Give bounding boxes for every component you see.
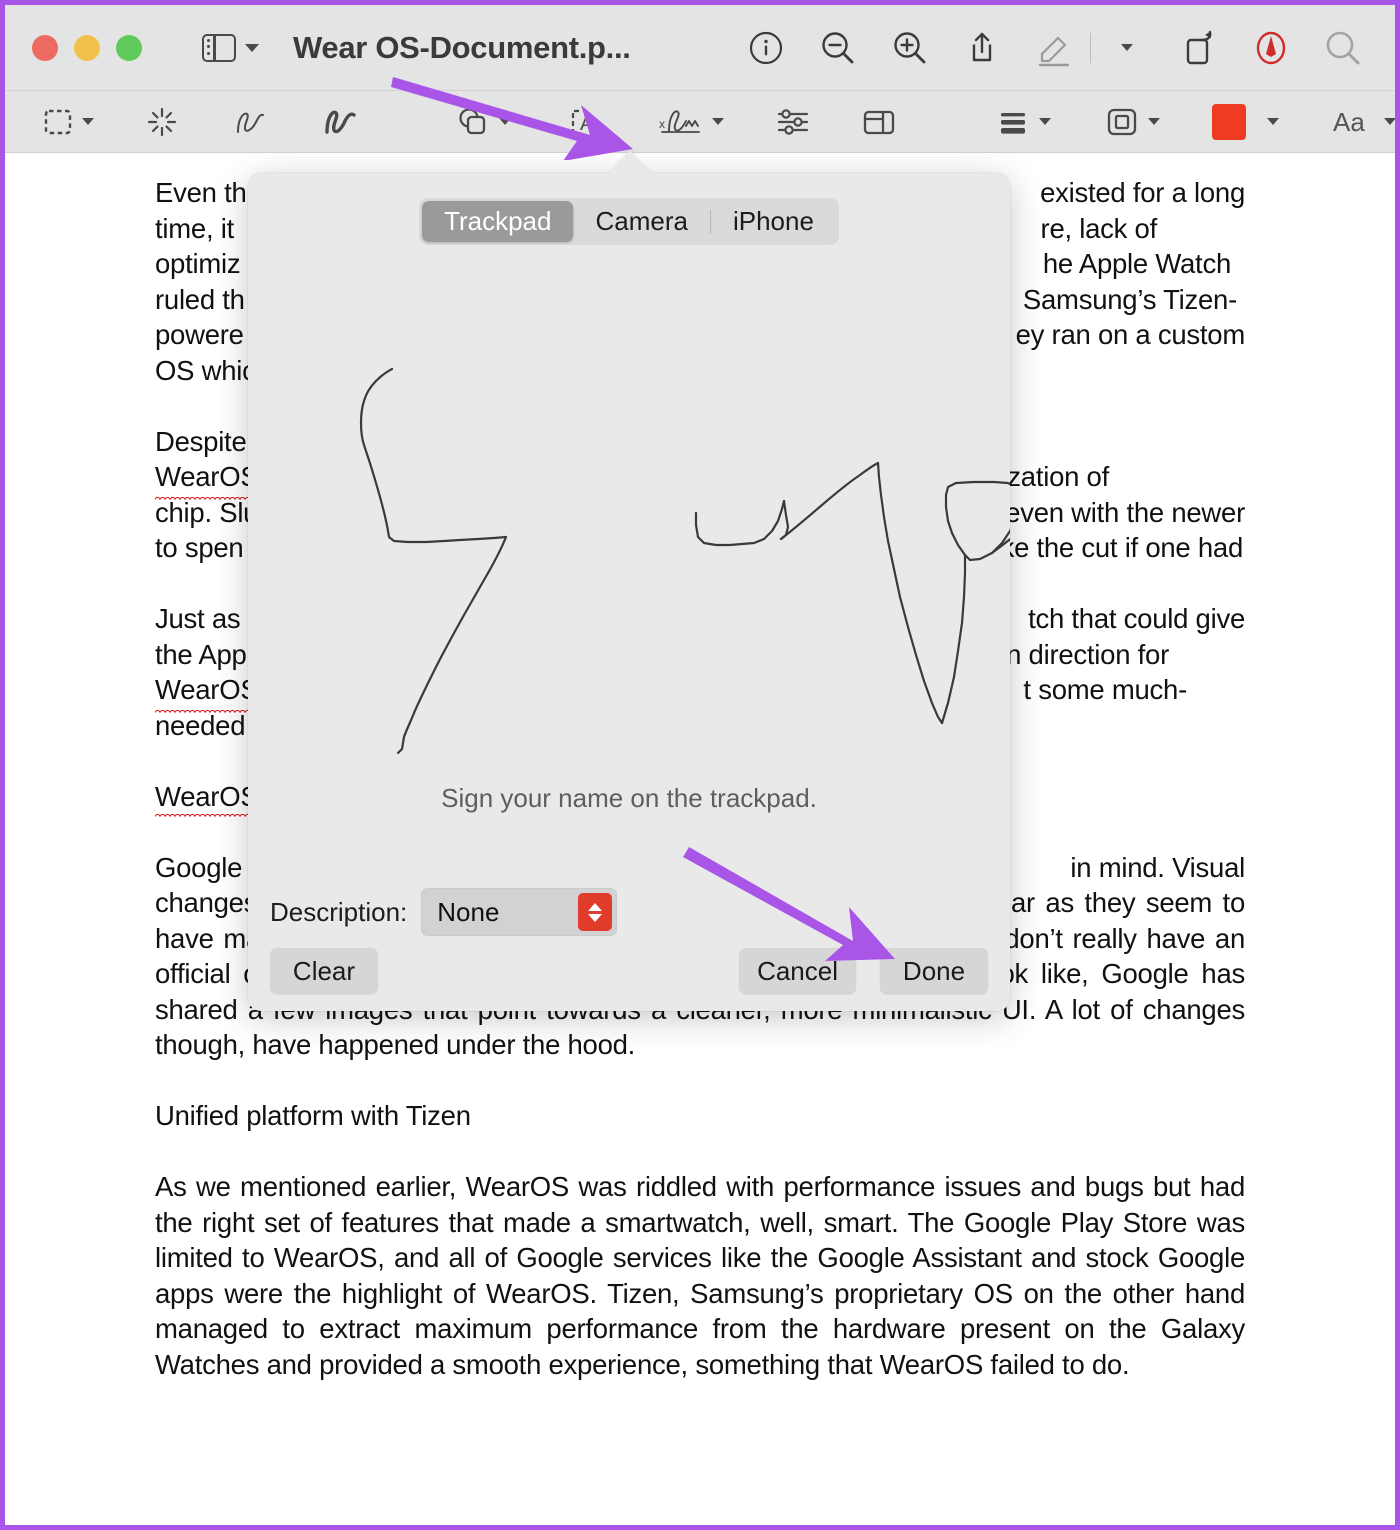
adjust-size-tool[interactable] <box>856 101 902 143</box>
svg-text:x: x <box>659 117 665 131</box>
doc-line: powere <box>155 319 244 350</box>
signature-canvas[interactable] <box>248 263 1010 803</box>
traffic-light-group <box>32 34 142 61</box>
toolbar-divider <box>1090 32 1091 63</box>
chevron-down-icon <box>1148 118 1160 125</box>
border-style-tool[interactable] <box>1099 101 1164 143</box>
chevron-down-icon <box>82 118 94 125</box>
chevron-down-icon <box>499 118 511 125</box>
text-tool[interactable]: A <box>561 101 607 143</box>
chevron-down-icon <box>1039 118 1051 125</box>
draw-tool[interactable] <box>316 101 364 143</box>
sidebar-icon <box>202 33 236 62</box>
tab-iphone[interactable]: iPhone <box>711 201 836 242</box>
doc-line: Even th <box>155 177 247 208</box>
chevron-up-icon <box>588 902 603 911</box>
tab-trackpad[interactable]: Trackpad <box>422 201 574 242</box>
highlight-button[interactable] <box>1032 26 1076 70</box>
titlebar-tool-group <box>744 26 1395 70</box>
doc-line: t some much- <box>1023 674 1187 705</box>
doc-line: the App <box>155 638 247 670</box>
app-window: Wear OS-Document.p... A x Aa Even th exi… <box>0 0 1400 1530</box>
window-titlebar: Wear OS-Document.p... <box>5 5 1395 91</box>
sidebar-view-button[interactable] <box>202 33 259 62</box>
page-title: Wear OS-Document.p... <box>293 29 631 65</box>
markup-toolbar: A x Aa <box>5 91 1395 153</box>
signature-popover: Trackpad Camera iPhone Sign your name on… <box>248 173 1010 1011</box>
doc-line: Despite <box>155 425 247 457</box>
doc-line: chip. Slu <box>155 496 259 528</box>
doc-line: Just as c <box>155 603 262 634</box>
doc-line-misspelled: WearOS <box>155 459 259 499</box>
doc-line: needed <box>155 709 246 741</box>
doc-line: ke the cut if one had <box>1000 532 1244 563</box>
chevron-down-icon <box>1384 118 1395 125</box>
selection-tool[interactable] <box>37 101 98 143</box>
chevron-down-icon <box>712 118 724 125</box>
description-select[interactable]: None <box>421 888 618 936</box>
description-row: Description: None <box>270 888 618 936</box>
sketch-tool[interactable] <box>226 101 274 143</box>
rotate-button[interactable] <box>1177 26 1221 70</box>
doc-line: optimiz <box>155 248 241 279</box>
chevron-down-icon <box>245 43 259 52</box>
doc-line: ey ran on a custom <box>1015 319 1246 350</box>
doc-line: to spen <box>155 532 244 563</box>
chevron-down-icon <box>1121 44 1133 51</box>
doc-line: Samsung’s Tizen- <box>1022 283 1237 315</box>
info-button[interactable] <box>744 26 788 70</box>
section-heading: Unified platform with Tizen <box>155 1100 471 1131</box>
doc-line-misspelled: WearOS <box>155 672 259 712</box>
doc-line: ruled th <box>155 283 245 315</box>
highlight-options-button[interactable] <box>1105 26 1149 70</box>
doc-line: he Apple Watch <box>1042 248 1231 279</box>
doc-line: Google <box>155 851 243 883</box>
stepper-icon[interactable] <box>578 893 613 931</box>
paragraph-tizen: As we mentioned earlier, WearOS was ridd… <box>155 1171 1245 1380</box>
chevron-down-icon <box>1267 118 1279 125</box>
instant-alpha-tool[interactable] <box>140 101 184 143</box>
search-button[interactable] <box>1321 26 1365 70</box>
close-window-button[interactable] <box>32 34 58 61</box>
markup-button[interactable] <box>1249 26 1293 70</box>
zoom-in-button[interactable] <box>888 26 932 70</box>
done-button[interactable]: Done <box>880 948 988 994</box>
signature-source-tabs: Trackpad Camera iPhone <box>419 198 839 245</box>
zoom-window-button[interactable] <box>116 34 142 61</box>
description-value: None <box>437 896 500 927</box>
zoom-out-button[interactable] <box>816 26 860 70</box>
doc-line: existed for a long <box>1040 177 1245 208</box>
doc-line-misspelled: WearOS <box>155 780 259 812</box>
sign-tool[interactable]: x <box>653 101 728 143</box>
border-color-tool[interactable] <box>1208 101 1283 143</box>
share-button[interactable] <box>960 26 1004 70</box>
cancel-button[interactable]: Cancel <box>739 948 856 994</box>
popover-pointer <box>609 150 651 174</box>
shape-style-tool[interactable] <box>990 101 1055 143</box>
description-label: Description: <box>270 896 408 927</box>
tab-camera[interactable]: Camera <box>573 201 709 242</box>
doc-line: even with the newer <box>1005 496 1245 528</box>
signature-hint-text: Sign your name on the trackpad. <box>441 783 817 813</box>
doc-line: OS whic <box>155 354 256 386</box>
svg-text:A: A <box>580 113 594 135</box>
text-style-tool[interactable]: Aa <box>1327 101 1395 143</box>
chevron-down-icon <box>588 913 603 922</box>
color-swatch[interactable] <box>1212 103 1246 140</box>
doc-line: tch that could give <box>1028 603 1245 634</box>
clear-button[interactable]: Clear <box>270 948 378 994</box>
doc-line: time, it <box>155 212 234 244</box>
doc-line: re, lack of <box>1040 212 1158 244</box>
doc-line: in mind. Visual <box>1070 851 1245 883</box>
svg-text:Aa: Aa <box>1333 107 1365 137</box>
minimize-window-button[interactable] <box>74 34 100 61</box>
shapes-tool[interactable] <box>450 101 515 143</box>
adjust-color-tool[interactable] <box>770 101 816 143</box>
doc-line: n direction for <box>1006 638 1169 670</box>
